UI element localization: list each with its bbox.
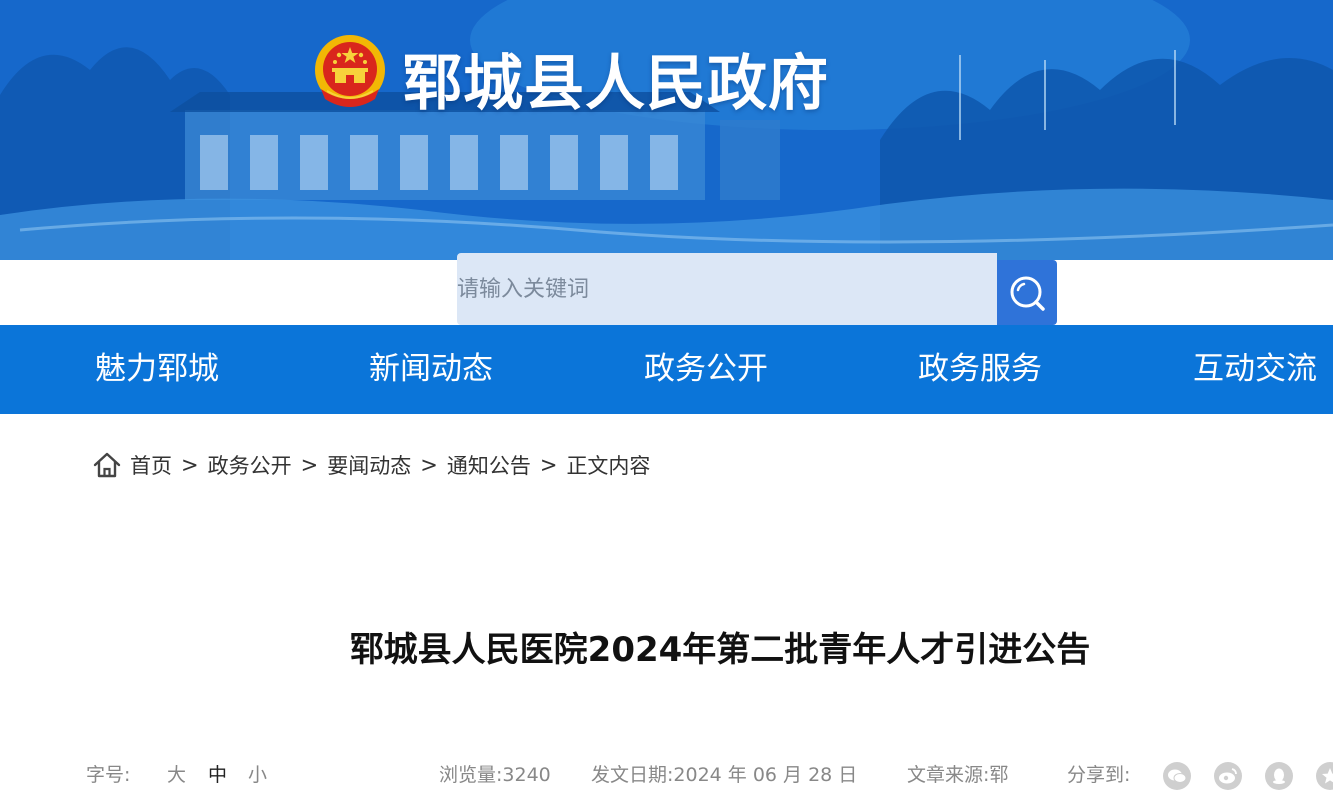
qzone-icon[interactable] — [1316, 762, 1333, 790]
breadcrumb-separator: > — [420, 453, 438, 477]
share-label: 分享到: — [1067, 764, 1131, 786]
font-size-small-button[interactable]: 小 — [248, 760, 267, 790]
breadcrumb: 首页 > 政务公开 > 要闻动态 > 通知公告 > 正文内容 — [92, 448, 650, 482]
qq-glyph — [1273, 768, 1285, 784]
article-title: 郓城县人民医院2024年第二批青年人才引进公告 — [349, 630, 1091, 670]
national-emblem-icon — [315, 35, 385, 107]
breadcrumb-news[interactable]: 要闻动态 — [327, 450, 411, 480]
breadcrumb-government-affairs[interactable]: 政务公开 — [208, 450, 292, 480]
breadcrumb-separator: > — [181, 453, 199, 477]
search-input[interactable] — [457, 253, 977, 325]
nav-item-government-affairs[interactable]: 政务公开 — [644, 325, 768, 414]
breadcrumb-current: 正文内容 — [566, 454, 651, 478]
banner-background-scene — [0, 0, 1333, 260]
font-size-large-button[interactable]: 大 — [167, 760, 186, 790]
nav-item-charm-yuncheng[interactable]: 魅力郓城 — [95, 325, 219, 414]
breadcrumb-separator: > — [300, 453, 319, 477]
home-icon[interactable] — [92, 451, 122, 479]
header-banner: 郓城县人民政府 — [0, 0, 1333, 260]
nav-item-government-services[interactable]: 政务服务 — [918, 325, 1042, 414]
site-title: 郓城县人民政府 — [402, 49, 829, 119]
main-nav: 魅力郓城 新闻动态 政务公开 政务服务 互动交流 — [0, 325, 1333, 414]
search-box — [457, 253, 997, 325]
breadcrumb-notices[interactable]: 通知公告 — [447, 450, 531, 480]
font-size-medium-button[interactable]: 中 — [208, 760, 227, 790]
qzone-glyph — [1322, 768, 1333, 784]
search-icon — [1010, 276, 1045, 311]
font-size-label: 字号: — [86, 764, 131, 786]
publish-date: 发文日期:2024 年 06 月 28 日 — [591, 764, 858, 786]
nav-item-interaction[interactable]: 互动交流 — [1193, 325, 1317, 414]
search-button[interactable] — [997, 260, 1057, 325]
view-count: 浏览量:3240 — [439, 764, 551, 786]
article-source: 文章来源:郓 — [907, 764, 1009, 786]
weibo-glyph — [1219, 768, 1237, 784]
breadcrumb-home[interactable]: 首页 — [130, 450, 172, 480]
nav-item-news[interactable]: 新闻动态 — [369, 325, 493, 414]
qq-icon[interactable] — [1265, 762, 1293, 790]
wechat-icon[interactable] — [1163, 762, 1191, 790]
weibo-icon[interactable] — [1214, 762, 1242, 790]
breadcrumb-separator: > — [539, 453, 558, 477]
wechat-glyph — [1168, 769, 1187, 783]
